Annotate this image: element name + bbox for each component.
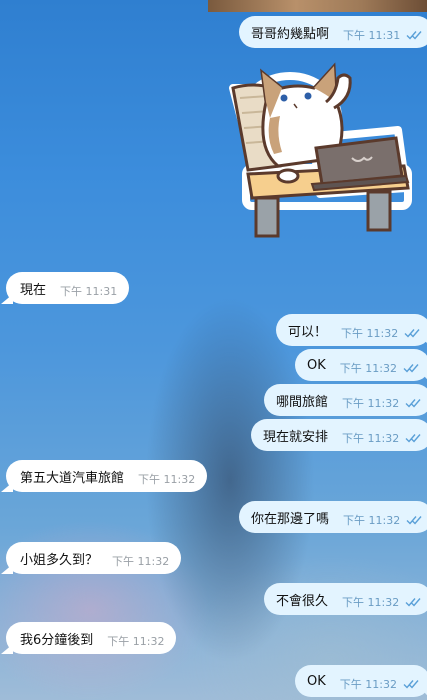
double-check-icon [405, 597, 422, 607]
message-time: 下午 11:32 [112, 555, 170, 568]
message-time: 下午 11:31 [343, 29, 401, 42]
message-text: OK [307, 357, 326, 373]
message-time: 下午 11:32 [342, 432, 400, 445]
message-text: 你在那邊了嗎 [251, 511, 330, 527]
message-text: 不會很久 [276, 593, 329, 609]
message-bubble-outgoing[interactable]: 你在那邊了嗎 下午 11:32 [239, 501, 427, 533]
message-time: 下午 11:32 [342, 596, 400, 609]
message-time: 下午 11:32 [339, 362, 397, 375]
message-text: 第五大道汽車旅館 [20, 470, 125, 486]
message-text: 現在 [20, 282, 47, 298]
message-bubble-outgoing[interactable]: 不會很久 下午 11:32 [264, 583, 427, 615]
message-bubble-outgoing[interactable]: OK 下午 11:32 [295, 665, 427, 697]
message-text: 我6分鐘後到 [20, 632, 94, 648]
message-bubble-incoming[interactable]: 小姐多久到？ 下午 11:32 [6, 542, 182, 574]
message-text: 小姐多久到？ [20, 552, 99, 568]
message-text: OK [307, 673, 326, 689]
cat-at-laptop-sticker[interactable] [218, 58, 413, 250]
message-time: 下午 11:32 [342, 397, 400, 410]
message-text: 哥哥約幾點啊 [251, 26, 330, 42]
message-time: 下午 11:32 [343, 514, 401, 527]
double-check-icon [403, 679, 420, 689]
double-check-icon [403, 363, 420, 373]
message-bubble-incoming[interactable]: 現在 下午 11:31 [6, 272, 130, 304]
double-check-icon [405, 398, 422, 408]
message-time: 下午 11:32 [339, 678, 397, 691]
message-bubble-outgoing[interactable]: 哪間旅館 下午 11:32 [264, 384, 427, 416]
message-time: 下午 11:32 [341, 327, 399, 340]
previous-media-edge [208, 0, 427, 12]
message-bubble-incoming[interactable]: 我6分鐘後到 下午 11:32 [6, 622, 177, 654]
message-time: 下午 11:32 [138, 473, 196, 486]
message-bubble-outgoing[interactable]: 哥哥約幾點啊 下午 11:31 [239, 16, 427, 48]
message-text: 現在就安排 [263, 429, 329, 445]
message-bubble-outgoing[interactable]: 可以！ 下午 11:32 [276, 314, 427, 346]
double-check-icon [405, 433, 422, 443]
message-text: 可以！ [288, 324, 328, 340]
double-check-icon [406, 515, 423, 525]
message-time: 下午 11:32 [107, 635, 165, 648]
message-bubble-incoming[interactable]: 第五大道汽車旅館 下午 11:32 [6, 460, 208, 492]
message-bubble-outgoing[interactable]: OK 下午 11:32 [295, 349, 427, 381]
message-text: 哪間旅館 [276, 394, 329, 410]
message-bubble-outgoing[interactable]: 現在就安排 下午 11:32 [251, 419, 427, 451]
message-time: 下午 11:31 [60, 285, 118, 298]
double-check-icon [404, 328, 421, 338]
double-check-icon [406, 30, 423, 40]
